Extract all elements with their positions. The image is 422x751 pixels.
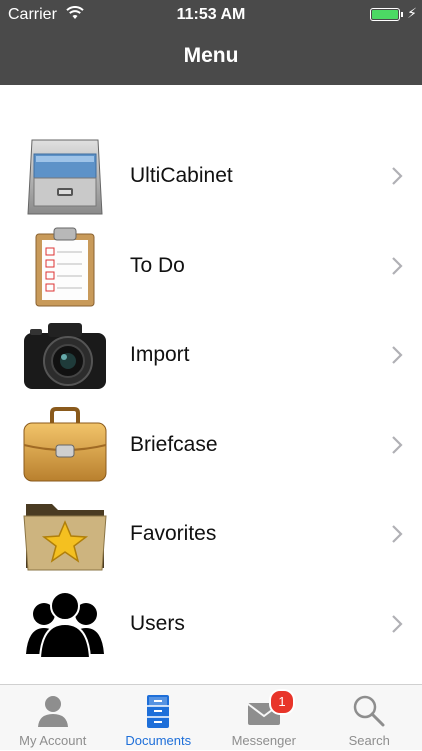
- camera-icon: [22, 315, 108, 395]
- tab-label: Documents: [106, 733, 212, 748]
- menu-item-label: Users: [130, 612, 185, 636]
- menu-item-ulticabinet[interactable]: UltiCabinet: [0, 132, 422, 222]
- users-icon: [22, 584, 108, 664]
- tab-bar: My Account Documents 1 Messenger Search: [0, 684, 422, 750]
- menu-item-label: UltiCabinet: [130, 164, 233, 188]
- clipboard-icon: [22, 226, 108, 306]
- menu-item-favorites[interactable]: Favorites: [0, 490, 422, 580]
- briefcase-icon: [22, 405, 108, 485]
- menu-item-label: To Do: [130, 254, 185, 278]
- status-bar: Carrier 11:53 AM ⚡: [0, 0, 422, 30]
- magnifier-icon: [351, 693, 387, 729]
- tab-documents[interactable]: Documents: [106, 685, 212, 751]
- unread-badge: 1: [269, 689, 295, 715]
- page-title: Menu: [0, 44, 422, 68]
- person-icon: [35, 693, 71, 729]
- star-folder-icon: [22, 494, 108, 574]
- chevron-right-icon: [390, 435, 404, 455]
- tab-label: My Account: [0, 733, 106, 748]
- charging-icon: ⚡: [407, 5, 417, 22]
- menu-item-label: Import: [130, 343, 190, 367]
- clock: 11:53 AM: [0, 6, 422, 24]
- menu-item-import[interactable]: Import: [0, 311, 422, 401]
- navigation-bar: Menu: [0, 30, 422, 85]
- battery-tip: [401, 12, 403, 17]
- tab-label: Messenger: [211, 733, 317, 748]
- tab-label: Search: [317, 733, 422, 748]
- menu-item-briefcase[interactable]: Briefcase: [0, 401, 422, 491]
- battery-icon: [370, 8, 400, 21]
- tab-search[interactable]: Search: [317, 685, 422, 751]
- chevron-right-icon: [390, 524, 404, 544]
- tab-my-account[interactable]: My Account: [0, 685, 106, 751]
- file-cabinet-icon: [22, 136, 108, 216]
- chevron-right-icon: [390, 614, 404, 634]
- tab-messenger[interactable]: 1 Messenger: [211, 685, 317, 751]
- chevron-right-icon: [390, 345, 404, 365]
- chevron-right-icon: [390, 166, 404, 186]
- chevron-right-icon: [390, 256, 404, 276]
- menu-item-label: Favorites: [130, 522, 216, 546]
- menu-list: UltiCabinet To Do: [0, 132, 422, 670]
- menu-item-label: Briefcase: [130, 433, 218, 457]
- menu-item-todo[interactable]: To Do: [0, 222, 422, 312]
- menu-item-users[interactable]: Users: [0, 580, 422, 670]
- cabinet-tab-icon: [140, 693, 176, 729]
